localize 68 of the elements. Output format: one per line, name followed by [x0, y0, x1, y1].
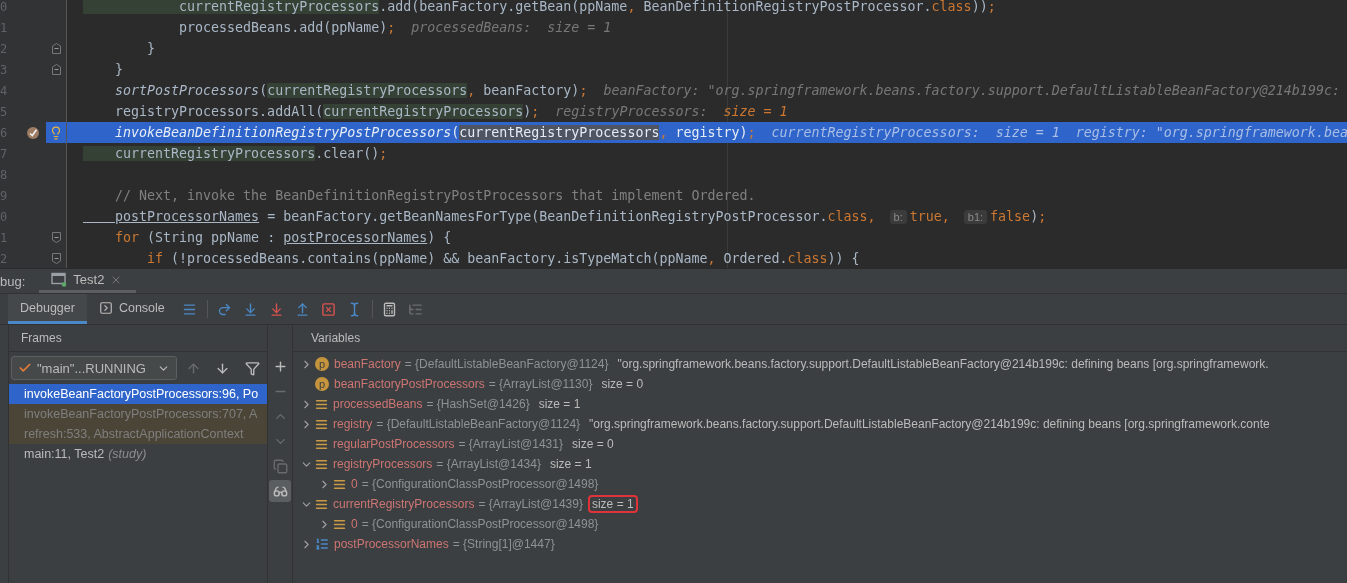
variable-type: = {ConfigurationClassPostProcessor@1498} [361, 517, 599, 531]
code-line: registryProcessors.addAll(currentRegistryProcessors); registryProcessors: size = 1 [114, 104, 788, 119]
variable-type: = {DefaultListableBeanFactory@1124} [376, 417, 581, 431]
variable-name: 0 [351, 517, 358, 531]
panel-title: bug: [0, 272, 27, 291]
tab[interactable]: Console [86, 294, 177, 324]
frame-label: main:11, Test2 [24, 447, 105, 461]
cross-square-icon[interactable] [321, 301, 337, 317]
variable-type: = {ArrayList@1431} [458, 437, 563, 451]
field-icon [315, 497, 328, 511]
variable-name: registryProcessors [333, 457, 433, 471]
field-icon [315, 397, 328, 411]
field-icon [315, 457, 328, 471]
thread-dropdown[interactable]: "main"...RUNNING [11, 356, 177, 380]
code-line: currentRegistryProcessors.add(beanFactory.getBean(ppName, BeanDefinitionRegistryPostProcessor.class)); [83, 0, 996, 14]
variable-type: = {HashSet@1426} [426, 397, 530, 411]
lines-icon[interactable] [182, 301, 198, 317]
field-icon [333, 477, 346, 491]
frame-item[interactable]: invokeBeanFactoryPostProcessors:96, Po [9, 384, 267, 404]
lightbulb-icon[interactable] [49, 125, 63, 140]
tab[interactable]: Debugger [8, 294, 87, 324]
variable-name: beanFactoryPostProcessors [334, 377, 485, 391]
fold-icon[interactable] [51, 64, 61, 75]
variable-name: currentRegistryProcessors [333, 497, 475, 511]
code-line: invokeBeanDefinitionRegistryPostProcessors(currentRegistryProcessors, registry); currentRegistryProcessors: size = 1 registry: "org.springframework.bea [114, 125, 1347, 140]
fold-icon[interactable] [51, 43, 61, 54]
array-icon [315, 537, 329, 551]
code-line: sortPostProcessors(currentRegistryProcessors, beanFactory); beanFactory: "org.springframework.beans.factory.support.DefaultListableBeanFactory@214b199c: [114, 83, 1340, 98]
panel-title: Frames [21, 331, 62, 345]
check-icon [18, 361, 32, 375]
fold-icon[interactable] [51, 232, 61, 243]
code-line: } [114, 62, 124, 77]
variable-type: = {String[1]@1447} [452, 537, 555, 551]
variable-name: processedBeans [333, 397, 423, 411]
code-line: postProcessorNames = beanFactory.getBeanNamesForType(BeanDefinitionRegistryPostProcessor.class, b: true, b1: false); [114, 209, 1047, 224]
field-icon [315, 417, 328, 431]
variable-name: registry [333, 417, 373, 431]
variable-type: = {ArrayList@1439} [478, 497, 583, 511]
package-label: (study) [108, 447, 147, 461]
calculator-icon[interactable] [382, 301, 398, 317]
toggle-button[interactable] [269, 480, 291, 502]
code-line: // Next, invoke the BeanDefinitionRegistryPostProcessors that implement Ordered. [114, 188, 756, 203]
parameter-icon: p [315, 377, 329, 391]
breakpoint-icon[interactable] [26, 125, 40, 140]
console-icon [98, 300, 113, 315]
variable-type: = {ArrayList@1130} [488, 377, 593, 391]
parameter-icon: p [315, 357, 329, 371]
panel-title: Variables [311, 331, 361, 345]
window-icon [51, 272, 68, 287]
field-icon [315, 437, 328, 451]
variable-name: beanFactory [334, 357, 401, 371]
code-line: processedBeans.add(ppName); processedBeans: size = 1 [178, 20, 612, 35]
variable-name: 0 [351, 477, 358, 491]
code-line: } [146, 41, 156, 56]
variable-name: postProcessorNames [334, 537, 449, 551]
variable-name: regularPostProcessors [333, 437, 455, 451]
variable-type: = {ConfigurationClassPostProcessor@1498} [361, 477, 599, 491]
frame-item[interactable]: main:11, Test2 (study) [9, 444, 267, 464]
fold-icon[interactable] [51, 253, 61, 264]
variable-type: = {DefaultListableBeanFactory@1124} [404, 357, 609, 371]
variable-type: = {ArrayList@1434} [436, 457, 541, 471]
field-icon [333, 517, 346, 531]
funnel-icon[interactable] [244, 360, 260, 376]
code-line: for (String ppName : postProcessorNames) { [114, 230, 452, 245]
curved-arrow-icon[interactable] [217, 301, 233, 317]
variable-value: size = 1 [587, 495, 638, 513]
down-arrow-icon[interactable] [215, 360, 231, 376]
code-line: if (!processedBeans.contains(ppName) && beanFactory.isTypeMatch(ppName, Ordered.class)) { [146, 251, 860, 266]
